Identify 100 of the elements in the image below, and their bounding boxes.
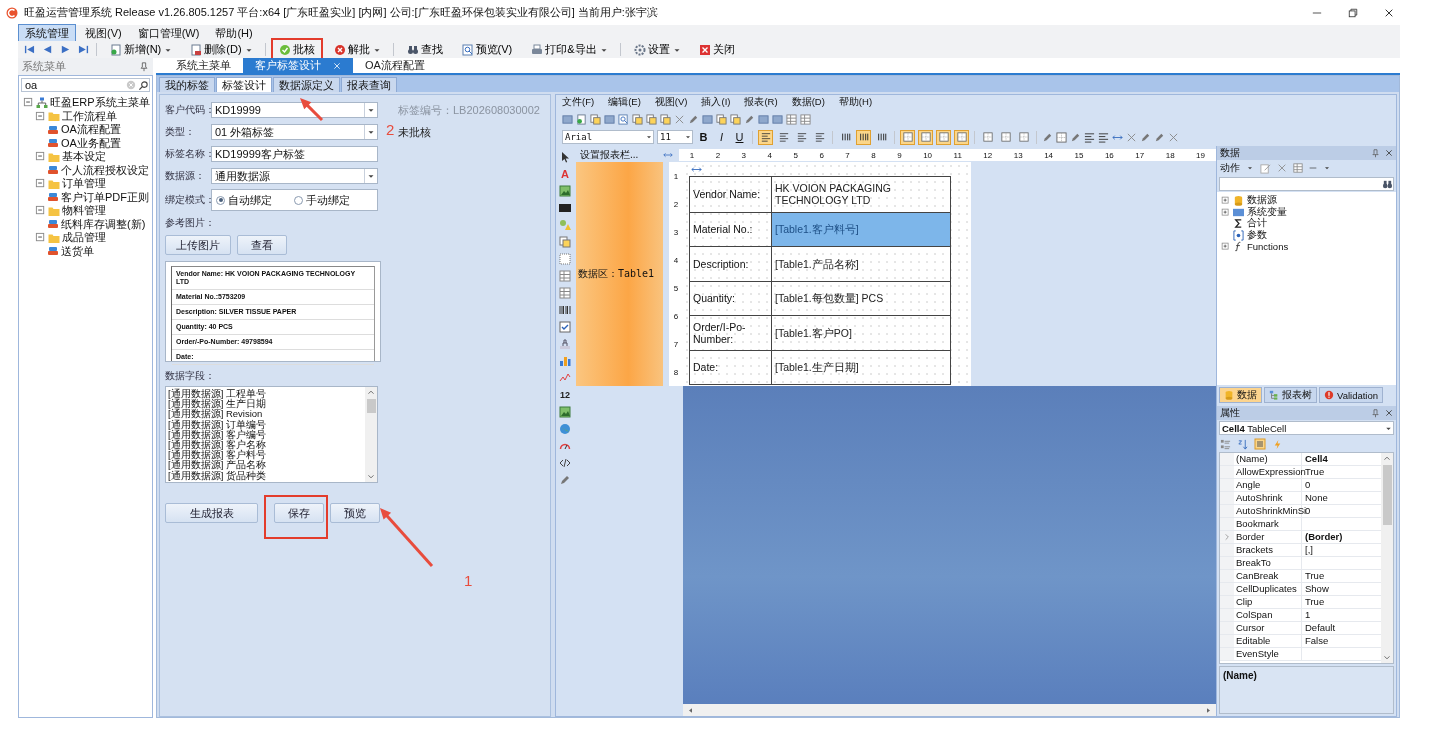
format-button[interactable] bbox=[980, 129, 995, 145]
document-tab[interactable]: 客户标签设计 bbox=[243, 58, 353, 73]
first-button[interactable] bbox=[22, 44, 37, 55]
panel-tab[interactable]: 数据 bbox=[1219, 387, 1262, 403]
tree-item[interactable]: 个人流程授权设定 bbox=[21, 163, 150, 177]
last-button[interactable] bbox=[76, 44, 91, 55]
list-item[interactable]: [通用数据源] 货品种类 bbox=[168, 470, 363, 481]
format-button[interactable]: I bbox=[714, 129, 729, 145]
list-item[interactable]: [通用数据源] Revision bbox=[168, 409, 363, 420]
property-value[interactable]: True bbox=[1302, 596, 1325, 608]
data-band[interactable]: 数据区：Table1 bbox=[576, 162, 663, 386]
scrollbar-thumb[interactable] bbox=[1382, 465, 1392, 525]
row-header[interactable] bbox=[1220, 531, 1234, 543]
table-cell[interactable]: Vendor Name: bbox=[690, 177, 772, 212]
tree-item[interactable]: 送货单 bbox=[21, 244, 150, 258]
property-name[interactable]: Border bbox=[1234, 531, 1302, 543]
action-button[interactable]: 预览 bbox=[330, 503, 380, 523]
property-name[interactable]: Editable bbox=[1234, 635, 1302, 647]
list-item[interactable]: [通用数据源] 订单编号 bbox=[168, 419, 363, 430]
table-cell[interactable]: HK VOION PACKAGING TECHNOLOGY LTD bbox=[772, 177, 950, 212]
actions-menu[interactable]: 动作 bbox=[1220, 161, 1240, 175]
dropdown-field[interactable]: 通用数据源 bbox=[211, 168, 378, 184]
tab[interactable]: 报表查询 bbox=[341, 77, 397, 92]
property-value[interactable]: Default bbox=[1302, 622, 1336, 634]
object-selector[interactable]: Cell4 TableCell bbox=[1219, 421, 1394, 435]
toolbox-item[interactable] bbox=[558, 456, 572, 469]
property-value[interactable]: Show bbox=[1302, 583, 1329, 595]
radio-option[interactable]: 手动绑定 bbox=[294, 192, 350, 208]
toolbox-item[interactable] bbox=[558, 201, 572, 214]
tree-item[interactable]: 数据源 bbox=[1221, 195, 1392, 207]
toolbox-item[interactable] bbox=[558, 320, 572, 333]
scrollbar[interactable] bbox=[1381, 453, 1393, 663]
toolbar-button[interactable]: 批核 bbox=[276, 42, 317, 57]
search-field[interactable]: oa bbox=[21, 78, 150, 92]
menu-item[interactable]: 窗口管理(W) bbox=[130, 23, 207, 43]
tab[interactable]: 标签设计 bbox=[216, 77, 272, 92]
list-item[interactable]: [通用数据源] 生产日期 bbox=[168, 399, 363, 410]
property-name[interactable]: Brackets bbox=[1234, 544, 1302, 556]
list-item[interactable]: [通用数据源] 客户料号 bbox=[168, 450, 363, 461]
tree-item[interactable]: 工作流程单 bbox=[21, 109, 150, 123]
scrollbar-thumb[interactable] bbox=[366, 399, 376, 413]
toolbox-item[interactable]: 12 bbox=[558, 388, 572, 401]
tree-item[interactable]: 客户订单PDF正则 bbox=[21, 190, 150, 204]
toolbar-button[interactable]: 解批 bbox=[331, 42, 372, 57]
tree-item[interactable]: 系统变量 bbox=[1221, 206, 1392, 218]
menu-item[interactable]: 报表(R) bbox=[744, 96, 778, 109]
list-item[interactable]: [通用数据源] 产品名称 bbox=[168, 460, 363, 471]
property-name[interactable]: AutoShrink bbox=[1234, 492, 1302, 504]
property-value[interactable]: [,] bbox=[1302, 544, 1313, 556]
band-header[interactable]: 设置报表栏... bbox=[576, 148, 663, 162]
tree-item[interactable]: 基本设定 bbox=[21, 150, 150, 164]
panel-tab[interactable]: Validation bbox=[1319, 387, 1384, 403]
menu-item[interactable]: 帮助(H) bbox=[838, 96, 873, 109]
menu-item[interactable]: 视图(V) bbox=[78, 23, 129, 43]
table-cell[interactable]: [Table1.每包数量] PCS bbox=[772, 281, 950, 315]
tab[interactable]: 数据源定义 bbox=[273, 77, 340, 92]
toolbar-button[interactable]: 预览(V) bbox=[459, 42, 515, 57]
menu-item[interactable]: 插入(I) bbox=[701, 96, 731, 109]
format-button[interactable] bbox=[758, 129, 773, 145]
property-value[interactable]: True bbox=[1302, 570, 1325, 582]
tree-item[interactable]: 成品管理 bbox=[21, 231, 150, 245]
toolbar-button[interactable]: 删除(D) bbox=[188, 42, 244, 57]
table-cell[interactable]: [Table1.产品名称] bbox=[772, 247, 950, 281]
property-name[interactable]: EvenStyle bbox=[1234, 648, 1302, 660]
toolbar-button[interactable]: 关闭 bbox=[696, 42, 737, 57]
tree-item[interactable]: 参数 bbox=[1221, 229, 1392, 241]
format-button[interactable] bbox=[998, 129, 1013, 145]
property-name[interactable]: CanBreak bbox=[1234, 570, 1302, 582]
tree-item[interactable]: 物料管理 bbox=[21, 204, 150, 218]
radio-option[interactable]: 自动绑定 bbox=[216, 192, 272, 208]
toolbar-button[interactable]: 打印&导出 bbox=[529, 42, 599, 57]
property-value[interactable]: None bbox=[1302, 492, 1328, 504]
menu-item[interactable]: 文件(F) bbox=[562, 96, 595, 109]
property-name[interactable]: CellDuplicates bbox=[1234, 583, 1302, 595]
tree-item[interactable]: Functions bbox=[1221, 241, 1392, 253]
property-value[interactable]: False bbox=[1302, 635, 1329, 647]
search-field[interactable] bbox=[1219, 177, 1394, 191]
toolbar-button[interactable]: 设置 bbox=[631, 42, 672, 57]
menu-item[interactable]: 帮助(H) bbox=[208, 23, 260, 43]
format-button[interactable]: B bbox=[696, 129, 711, 145]
property-value[interactable]: 1 bbox=[1302, 609, 1311, 621]
data-field-list[interactable]: [通用数据源] 工程单号 [通用数据源] 生产日期 [通用数据源] Revision [通用数据源] 订单编号 [通用数据源] 客户编号 [通用数据源] 客户名称 [通用数据源] 客户料号 [通用数据源] 产品名称 [通用数据源] 货品种类 bbox=[165, 386, 378, 483]
image-button[interactable]: 查看 bbox=[237, 235, 287, 255]
action-button[interactable]: 生成报表 bbox=[165, 503, 258, 523]
list-item[interactable]: [通用数据源] 客户名称 bbox=[168, 439, 363, 451]
property-name[interactable]: ColSpan bbox=[1234, 609, 1302, 621]
font-size-field[interactable]: 11 bbox=[657, 130, 693, 144]
table-cell[interactable]: [Table1.客户料号] bbox=[772, 212, 950, 246]
action-button[interactable]: 保存 bbox=[274, 503, 324, 523]
dropdown-field[interactable]: KD19999 bbox=[211, 102, 378, 118]
text-field[interactable]: KD19999客户标签 bbox=[211, 146, 378, 162]
tree-item[interactable]: OA业务配置 bbox=[21, 136, 150, 150]
close-button[interactable] bbox=[1384, 7, 1394, 18]
scrollbar[interactable] bbox=[365, 387, 377, 482]
tree-item[interactable]: 旺盈ERP系统主菜单 bbox=[21, 96, 150, 110]
menu-item[interactable]: 视图(V) bbox=[654, 96, 688, 109]
tree-item[interactable]: 纸料库存调整(新) bbox=[21, 217, 150, 231]
tree-item[interactable]: 合计 bbox=[1221, 218, 1392, 230]
format-button[interactable]: U bbox=[732, 129, 747, 145]
property-name[interactable]: Angle bbox=[1234, 479, 1302, 491]
